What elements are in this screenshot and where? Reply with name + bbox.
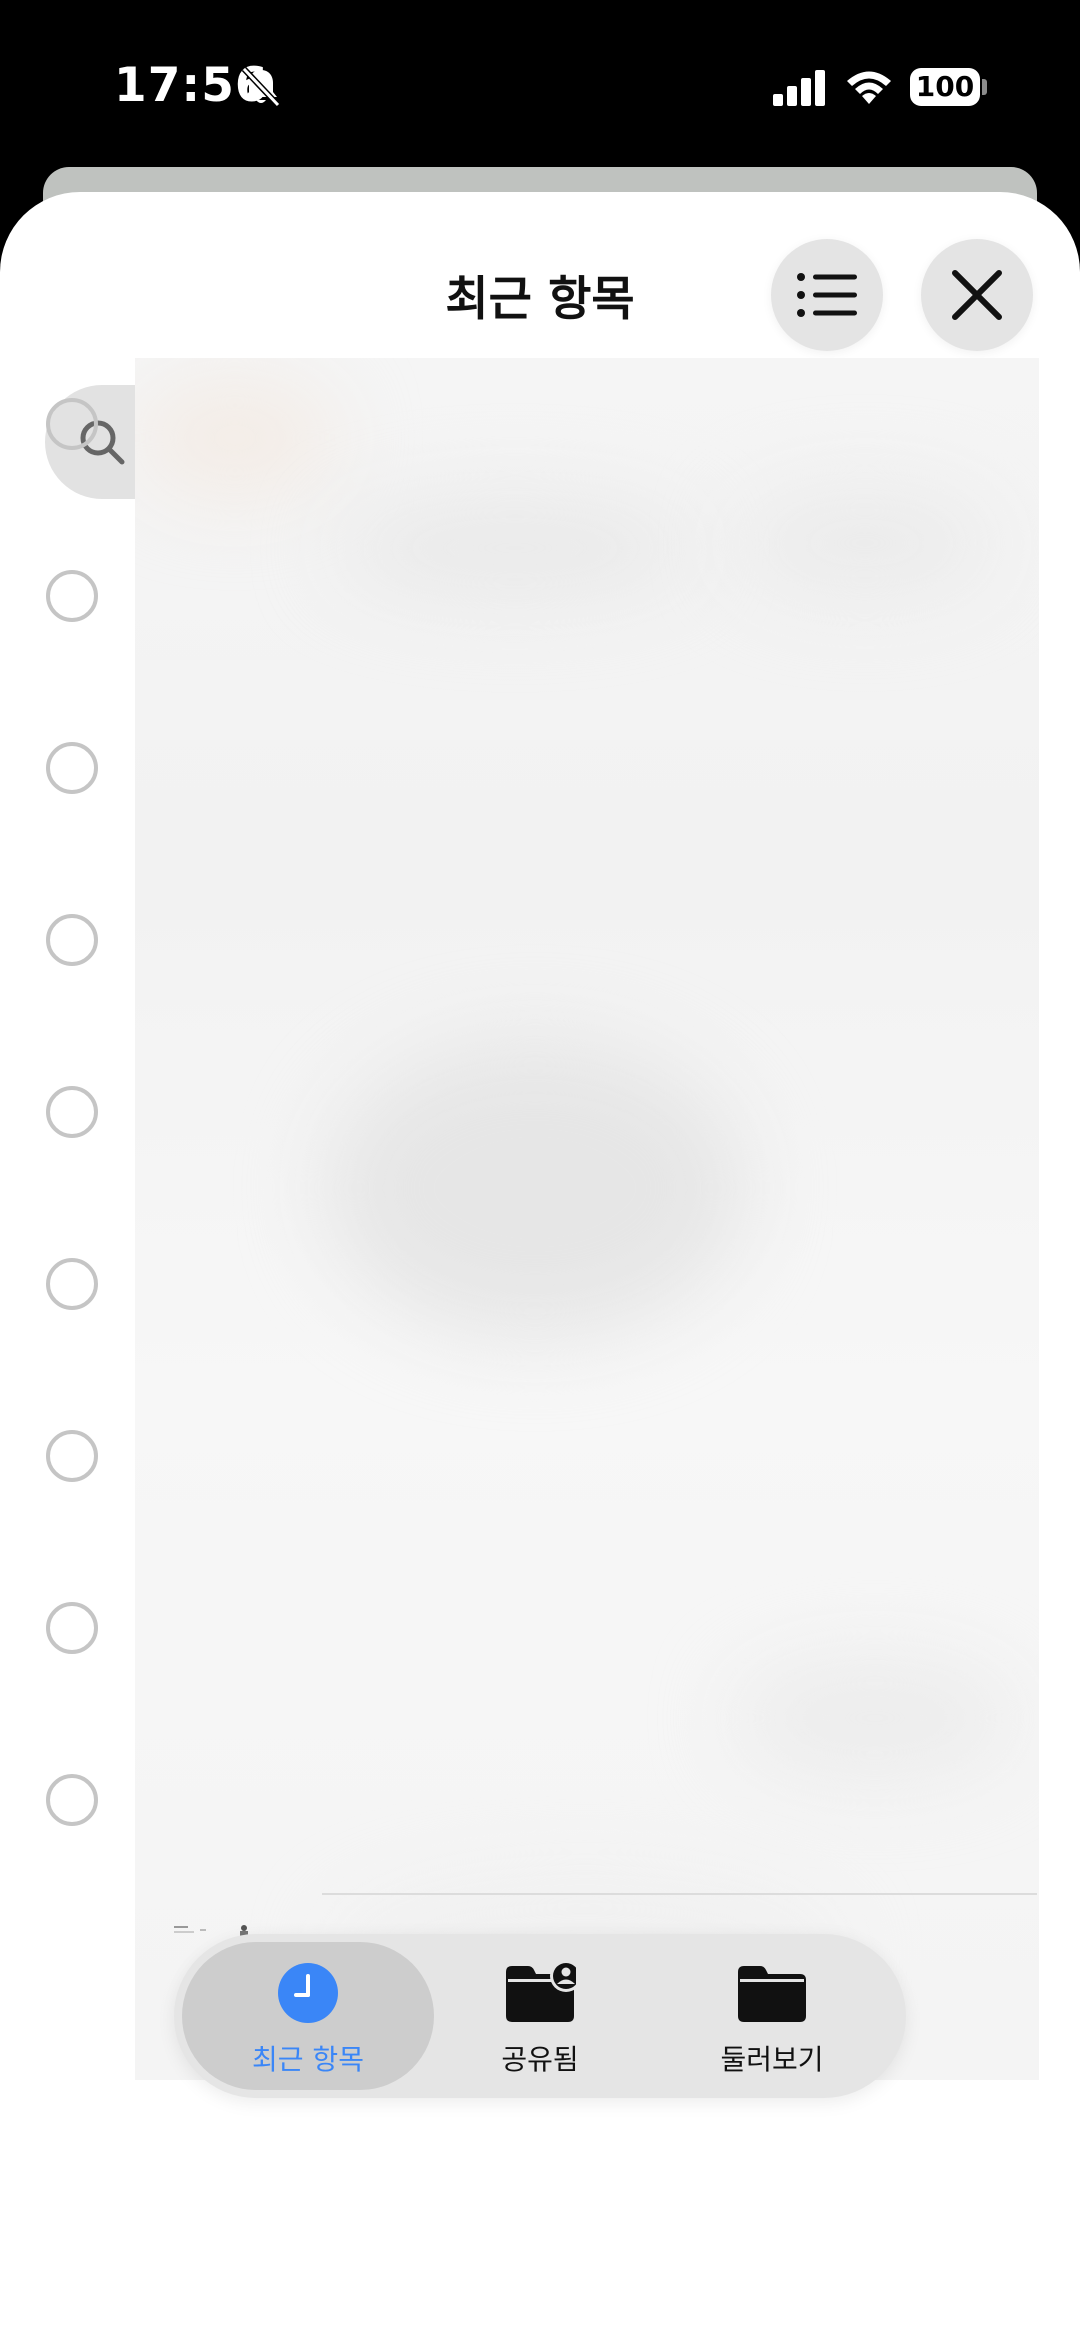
select-circle[interactable]	[46, 398, 98, 450]
list-item[interactable]	[0, 528, 1080, 700]
screen: 17:56 100 최근 항목 검색 최근 항목 공유됨 둘러보기	[0, 0, 1080, 2348]
folder-icon	[738, 1966, 806, 2022]
list-item[interactable]	[0, 872, 1080, 1044]
file-list	[0, 356, 1080, 2086]
list-item[interactable]	[0, 356, 1080, 528]
select-circle[interactable]	[46, 1430, 98, 1482]
tab-browse[interactable]: 둘러보기	[646, 1942, 898, 2090]
battery-tip	[982, 79, 987, 95]
shared-folder-icon	[506, 1962, 576, 2022]
page-title: 최근 항목	[445, 272, 635, 327]
list-item[interactable]	[0, 700, 1080, 872]
select-circle[interactable]	[46, 914, 98, 966]
list-item[interactable]	[0, 1044, 1080, 1216]
wifi-icon	[847, 71, 891, 104]
clock-icon	[278, 1963, 338, 2023]
list-item[interactable]	[0, 1216, 1080, 1388]
status-bar: 17:56 100	[0, 0, 1080, 170]
select-circle[interactable]	[46, 1774, 98, 1826]
select-circle[interactable]	[46, 1086, 98, 1138]
tab-shared[interactable]: 공유됨	[414, 1942, 666, 2090]
tab-label: 공유됨	[501, 2043, 579, 2076]
battery-indicator: 100	[910, 68, 980, 106]
list-item[interactable]	[0, 1732, 1080, 1904]
select-circle[interactable]	[46, 570, 98, 622]
bell-slash-icon	[241, 66, 281, 108]
tab-label: 둘러보기	[720, 2043, 824, 2076]
divider	[322, 1893, 1037, 1895]
list-item[interactable]	[0, 1388, 1080, 1560]
close-icon	[952, 270, 1002, 320]
tab-label: 최근 항목	[252, 2043, 364, 2076]
tab-recents[interactable]: 최근 항목	[182, 1942, 434, 2090]
close-button[interactable]	[921, 239, 1033, 351]
tab-bar: 최근 항목 공유됨 둘러보기	[174, 1934, 906, 2098]
list-view-button[interactable]	[771, 239, 883, 351]
list-icon	[797, 273, 857, 317]
select-circle[interactable]	[46, 1602, 98, 1654]
select-circle[interactable]	[46, 742, 98, 794]
select-circle[interactable]	[46, 1258, 98, 1310]
list-item[interactable]	[0, 1560, 1080, 1732]
cellular-signal-icon	[773, 70, 825, 106]
